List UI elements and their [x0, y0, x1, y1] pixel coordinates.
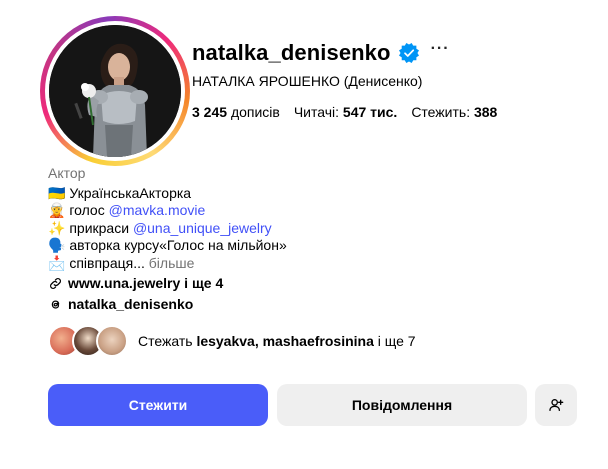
followed-by-text: Стежать lesyakva, mashaefrosinina і ще 7: [138, 333, 416, 349]
avatar-portrait-illustration: [49, 25, 181, 157]
avatar-border: [45, 21, 185, 161]
website-link[interactable]: www.una.jewelry і ще 4: [48, 275, 568, 293]
following-value: 388: [473, 104, 498, 120]
add-user-icon: [549, 399, 564, 411]
following-label: Стежить:: [411, 104, 471, 120]
followers-count[interactable]: Читачі: 547 тис.: [294, 104, 397, 120]
website-link-text: www.una.jewelry і ще 4: [68, 275, 224, 291]
mention-una-unique-jewelry[interactable]: @una_unique_jewelry: [133, 220, 272, 236]
message-button[interactable]: Повідомлення: [277, 384, 527, 426]
link-icon: [50, 278, 61, 290]
bio-line-1: 🇺🇦 УкраїнськаАкторка: [48, 185, 568, 203]
followed-by-names: lesyakva, mashaefrosinina: [196, 333, 374, 349]
elf-emoji: 🧝: [48, 202, 66, 218]
followers-label: Читачі:: [293, 104, 340, 120]
threads-icon: [51, 300, 60, 309]
followed-by-row[interactable]: Стежать lesyakva, mashaefrosinina і ще 7: [48, 325, 416, 357]
username-row: natalka_denisenko ···: [192, 40, 450, 66]
followers-value: 547 тис.: [342, 104, 398, 120]
following-count[interactable]: Стежить: 388: [411, 104, 497, 120]
posts-count-value: 3 245: [192, 104, 228, 120]
threads-handle: natalka_denisenko: [68, 295, 194, 312]
posts-count-label: дописів: [230, 104, 280, 120]
bio-category: Актор: [48, 165, 86, 181]
bio-line-4-text: авторка курсу«Голос на мільйон»: [69, 237, 287, 253]
profile-stats: 3 245 дописів Читачі: 547 тис. Стежить: …: [192, 104, 497, 120]
bio-line-4: 🗣️ авторка курсу«Голос на мільйон»: [48, 237, 568, 255]
bio-line-5-text: співпраця...: [69, 254, 145, 271]
follow-button[interactable]: Стежити: [48, 384, 268, 426]
verified-badge-icon: [398, 43, 419, 63]
sparkles-emoji: ✨: [48, 219, 66, 236]
bio-more-link[interactable]: більше: [149, 255, 195, 271]
bio-line-2-text: голос: [69, 202, 109, 218]
profile-avatar-story-ring[interactable]: [40, 16, 190, 166]
bio-line-1-text: УкраїнськаАкторка: [69, 184, 192, 201]
posts-count: 3 245 дописів: [192, 104, 280, 120]
followed-by-suffix: і ще 7: [377, 333, 416, 349]
threads-link[interactable]: natalka_denisenko: [48, 296, 568, 314]
profile-avatar: [49, 25, 181, 157]
follower-avatar: [96, 325, 128, 357]
profile-bio: Актор 🇺🇦 УкраїнськаАкторка 🧝 голос @mavk…: [48, 165, 568, 313]
profile-full-name: НАТАЛКА ЯРОШЕНКО (Денисенко): [192, 73, 423, 89]
username: natalka_denisenko: [192, 40, 391, 65]
flag-emoji: 🇺🇦: [48, 184, 66, 201]
mention-mavka-movie[interactable]: @mavka.movie: [109, 202, 206, 218]
envelope-emoji: 📩: [48, 254, 66, 271]
bio-line-3-text: прикраси: [69, 219, 133, 236]
followed-by-prefix: Стежать: [138, 333, 193, 349]
speaking-head-emoji: 🗣️: [48, 237, 66, 253]
more-options-icon[interactable]: ···: [431, 41, 450, 57]
suggested-users-button[interactable]: [535, 384, 577, 426]
bio-line-2: 🧝 голос @mavka.movie: [48, 202, 568, 220]
bio-line-5: 📩 співпраця... більше: [48, 255, 568, 273]
bio-line-3: ✨ прикраси @una_unique_jewelry: [48, 220, 568, 238]
